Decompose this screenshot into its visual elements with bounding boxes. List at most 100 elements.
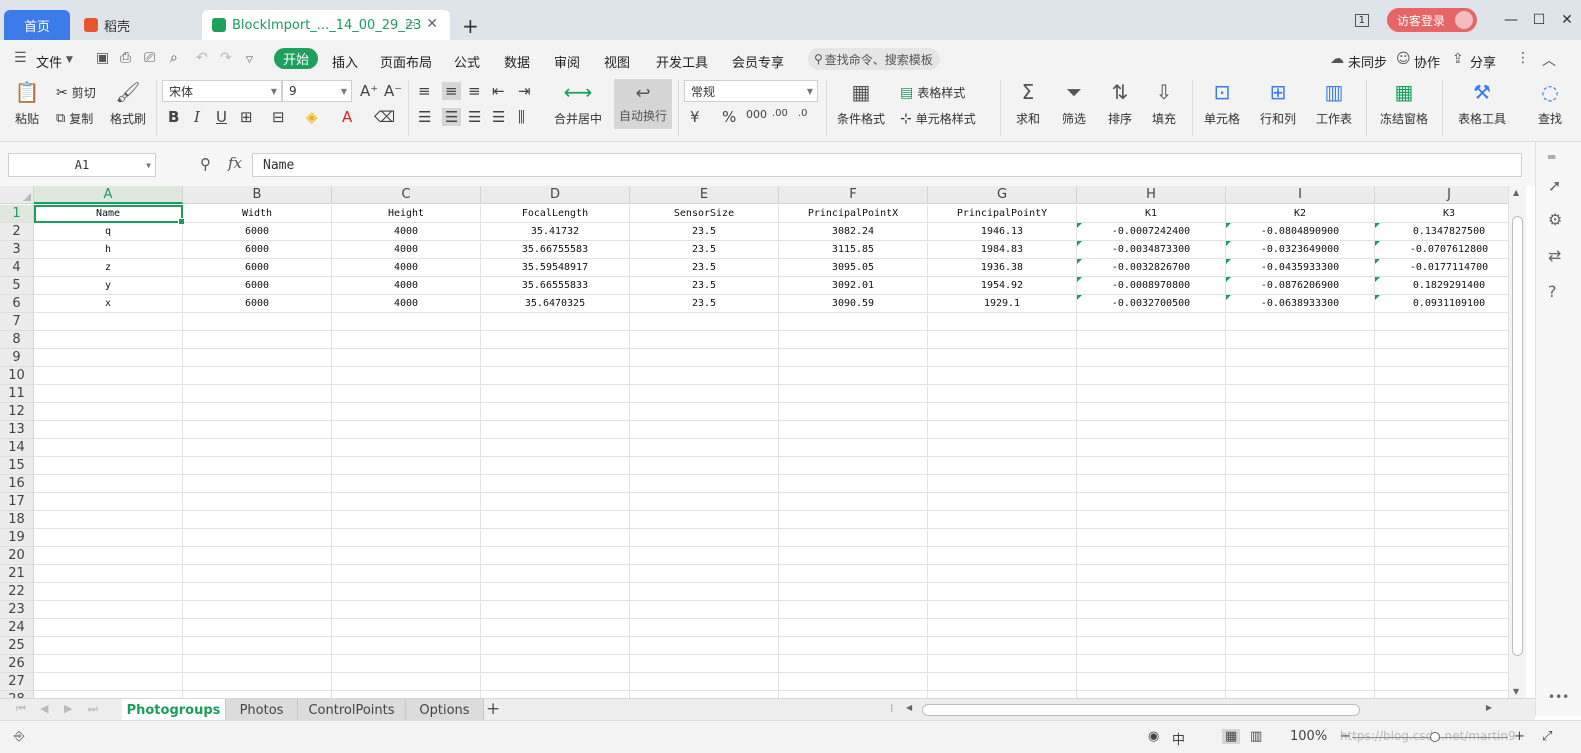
column-header-j[interactable]: J xyxy=(1375,186,1508,204)
cell-b10[interactable] xyxy=(183,367,332,385)
cell-j7[interactable] xyxy=(1375,313,1508,331)
row-header[interactable]: 28 xyxy=(0,691,34,698)
cell-g17[interactable] xyxy=(928,493,1077,511)
cell-j11[interactable] xyxy=(1375,385,1508,403)
fullscreen-icon[interactable]: ⤢ xyxy=(1542,729,1552,744)
zoom-slider[interactable] xyxy=(1352,732,1508,742)
underline-icon[interactable]: U xyxy=(216,108,227,126)
cell-c27[interactable] xyxy=(332,673,481,691)
row-header[interactable]: 12 xyxy=(0,403,34,421)
cell-a22[interactable] xyxy=(34,583,183,601)
cell-c11[interactable] xyxy=(332,385,481,403)
cell-d2[interactable]: 35.41732 xyxy=(481,223,630,241)
format-painter-button[interactable]: 🖌 格式刷 xyxy=(108,78,148,127)
menu-review[interactable]: 审阅 xyxy=(554,52,580,71)
cell-f24[interactable] xyxy=(779,619,928,637)
cell-e16[interactable] xyxy=(630,475,779,493)
cell-c28[interactable] xyxy=(332,691,481,698)
row-header[interactable]: 7 xyxy=(0,313,34,331)
cell-c21[interactable] xyxy=(332,565,481,583)
cell-i17[interactable] xyxy=(1226,493,1375,511)
cell-e24[interactable] xyxy=(630,619,779,637)
cell-j13[interactable] xyxy=(1375,421,1508,439)
row-header[interactable]: 8 xyxy=(0,331,34,349)
cell-j22[interactable] xyxy=(1375,583,1508,601)
cell-b18[interactable] xyxy=(183,511,332,529)
properties-icon[interactable]: ⚙ xyxy=(1548,210,1562,229)
cell-b1[interactable]: Width xyxy=(183,205,332,223)
paste-button[interactable]: 📋 粘贴 xyxy=(10,78,44,127)
spreadsheet-grid[interactable]: ABCDEFGHIJ 1 2 3 4 5 6 7 8 9 10 11 12 13 14 15 16 17 18 19… xyxy=(0,186,1508,698)
sort-button[interactable]: ⇅ 排序 xyxy=(1100,78,1140,127)
cell-d27[interactable] xyxy=(481,673,630,691)
decrease-font-icon[interactable]: A⁻ xyxy=(384,82,402,100)
prev-sheet-icon[interactable]: ◀ xyxy=(40,702,48,715)
column-header-e[interactable]: E xyxy=(630,186,779,204)
cell-a24[interactable] xyxy=(34,619,183,637)
cell-d12[interactable] xyxy=(481,403,630,421)
cell-j17[interactable] xyxy=(1375,493,1508,511)
cell-b28[interactable] xyxy=(183,691,332,698)
cell-d22[interactable] xyxy=(481,583,630,601)
cell-i15[interactable] xyxy=(1226,457,1375,475)
freeze-panes-button[interactable]: ▦ 冻结窗格 xyxy=(1374,78,1434,127)
cell-d8[interactable] xyxy=(481,331,630,349)
cell-f22[interactable] xyxy=(779,583,928,601)
cell-h28[interactable] xyxy=(1077,691,1226,698)
cell-style-button[interactable]: ⊹ 单元格样式 xyxy=(900,110,976,127)
cell-j26[interactable] xyxy=(1375,655,1508,673)
cell-i12[interactable] xyxy=(1226,403,1375,421)
row-header[interactable]: 2 xyxy=(0,223,34,241)
cell-f20[interactable] xyxy=(779,547,928,565)
cell-b6[interactable]: 6000 xyxy=(183,295,332,313)
decrease-decimal-icon[interactable]: .0 xyxy=(798,108,808,119)
cell-d14[interactable] xyxy=(481,439,630,457)
cell-j16[interactable] xyxy=(1375,475,1508,493)
cell-j28[interactable] xyxy=(1375,691,1508,698)
cell-a10[interactable] xyxy=(34,367,183,385)
cell-e1[interactable]: SensorSize xyxy=(630,205,779,223)
cell-g4[interactable]: 1936.38 xyxy=(928,259,1077,277)
cell-h10[interactable] xyxy=(1077,367,1226,385)
cell-j15[interactable] xyxy=(1375,457,1508,475)
cell-d6[interactable]: 35.6470325 xyxy=(481,295,630,313)
row-header[interactable]: 13 xyxy=(0,421,34,439)
page-layout-view-icon[interactable]: ▥ xyxy=(1250,729,1262,744)
cell-d13[interactable] xyxy=(481,421,630,439)
menu-insert[interactable]: 插入 xyxy=(332,52,358,71)
align-bottom-icon[interactable]: ≡ xyxy=(468,82,481,100)
fill-button[interactable]: ⇩ 填充 xyxy=(1144,78,1184,127)
table-tools-button[interactable]: ⚒ 表格工具 xyxy=(1452,78,1512,127)
cell-a14[interactable] xyxy=(34,439,183,457)
zoom-level[interactable]: 100% xyxy=(1290,729,1327,744)
column-header-b[interactable]: B xyxy=(183,186,332,204)
cell-b5[interactable]: 6000 xyxy=(183,277,332,295)
column-header-a[interactable]: A xyxy=(34,186,183,204)
cell-b7[interactable] xyxy=(183,313,332,331)
cell-a2[interactable]: q xyxy=(34,223,183,241)
cell-h8[interactable] xyxy=(1077,331,1226,349)
cell-g21[interactable] xyxy=(928,565,1077,583)
cell-j18[interactable] xyxy=(1375,511,1508,529)
scroll-down-icon[interactable]: ▼ xyxy=(1513,687,1519,696)
cell-b17[interactable] xyxy=(183,493,332,511)
cell-c2[interactable]: 4000 xyxy=(332,223,481,241)
cell-d1[interactable]: FocalLength xyxy=(481,205,630,223)
add-sheet-button[interactable]: + xyxy=(486,699,500,719)
zoom-slider-knob[interactable] xyxy=(1430,732,1440,742)
cell-a7[interactable] xyxy=(34,313,183,331)
cell-d21[interactable] xyxy=(481,565,630,583)
cell-h3[interactable]: -0.0034873300 xyxy=(1077,241,1226,259)
minimize-icon[interactable]: — xyxy=(1497,12,1525,28)
cell-j14[interactable] xyxy=(1375,439,1508,457)
cell-c5[interactable]: 4000 xyxy=(332,277,481,295)
zoom-out-icon[interactable]: − xyxy=(1340,729,1351,744)
cell-j21[interactable] xyxy=(1375,565,1508,583)
filter-button[interactable]: ⏷ 筛选 xyxy=(1054,78,1094,127)
cell-j1[interactable]: K3 xyxy=(1375,205,1508,223)
redo-icon[interactable]: ↷ xyxy=(220,50,232,66)
font-size-select[interactable]: 9 ▼ xyxy=(282,80,352,102)
cell-d17[interactable] xyxy=(481,493,630,511)
cell-b2[interactable]: 6000 xyxy=(183,223,332,241)
column-header-h[interactable]: H xyxy=(1077,186,1226,204)
